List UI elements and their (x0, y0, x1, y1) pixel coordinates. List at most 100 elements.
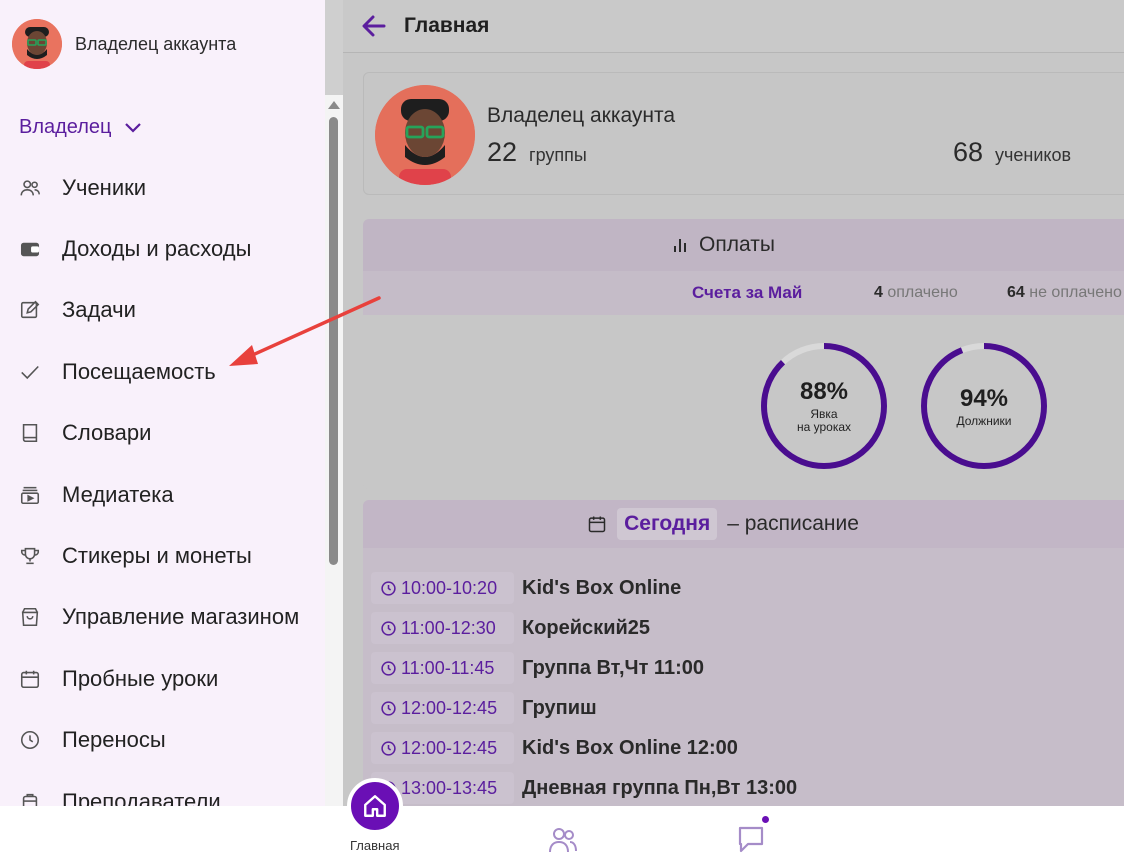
lesson-time: 12:00-12:45 (401, 697, 498, 718)
schedule-list: 10:00-10:20 Kid's Box Online 11:00-12:30… (371, 568, 797, 806)
edit-icon (18, 298, 42, 322)
avatar (375, 85, 475, 185)
check-icon (18, 360, 42, 384)
lesson-time: 12:00-12:45 (401, 737, 498, 758)
media-icon (18, 483, 42, 507)
unpaid-label: не оплачено (1029, 284, 1122, 301)
lesson-name: Дневная группа Пн,Вт 13:00 (522, 776, 798, 799)
profile-card: Владелец аккаунта 22 группы 68 учеников (363, 72, 1124, 195)
calendar-icon (588, 516, 606, 533)
list-item[interactable]: 11:00-11:45 Группа Вт,Чт 11:00 (371, 648, 797, 688)
list-item[interactable]: 12:00-12:45 Kid's Box Online 12:00 (371, 728, 797, 768)
notification-dot (762, 816, 769, 823)
debtors-percent: 94% (959, 384, 1009, 412)
sidebar-item-dictionaries[interactable]: Словари (0, 403, 325, 464)
paid-label: оплачено (887, 284, 958, 301)
lesson-time: 11:00-12:30 (401, 617, 496, 638)
home-nav-button[interactable] (347, 778, 403, 834)
sidebar-item-label: Преподаватели (62, 788, 221, 806)
sidebar-item-reschedules[interactable]: Переносы (0, 710, 325, 771)
sidebar-item-media-library[interactable]: Медиатека (0, 464, 325, 525)
sidebar-item-tasks[interactable]: Задачи (0, 280, 325, 341)
bar-chart-icon (674, 239, 687, 252)
ring-text: 88% Явка на уроках (760, 342, 888, 470)
home-nav-label: Главная (350, 838, 400, 853)
shopping-bag-icon (18, 605, 42, 629)
sidebar-item-attendance[interactable]: Посещаемость (0, 341, 325, 402)
chat-nav-icon[interactable] (736, 824, 766, 854)
profile-name: Владелец аккаунта (487, 104, 676, 127)
role-selector[interactable]: Владелец (19, 116, 142, 139)
sidebar-scrollbar[interactable] (325, 95, 343, 806)
lesson-time: 10:00-10:20 (401, 577, 498, 598)
clock-icon (381, 700, 396, 716)
trophy-icon (18, 544, 42, 568)
sidebar-item-label: Управление магазином (62, 604, 300, 630)
main-content: Главная Владелец аккаунта 22 группы 68 у… (343, 0, 1124, 806)
sidebar-item-label: Пробные уроки (62, 665, 219, 691)
payments-card: Оплаты Счета за Май 4 оплачено 64 не опл… (363, 219, 1124, 489)
sidebar-item-shop-management[interactable]: Управление магазином (0, 587, 325, 648)
today-button[interactable]: Сегодня (617, 508, 718, 540)
ring-text: 94% Должники (920, 342, 1048, 470)
sidebar-item-label: Медиатека (62, 481, 174, 507)
chevron-down-icon (124, 122, 141, 133)
role-label: Владелец (19, 116, 112, 138)
sidebar-item-label: Ученики (62, 174, 147, 200)
top-bar: Главная (343, 0, 1124, 53)
attendance-ring[interactable]: 88% Явка на уроках (760, 342, 888, 470)
sidebar-item-income-expenses[interactable]: Доходы и расходы (0, 218, 325, 279)
users-nav-icon[interactable] (548, 826, 578, 854)
clock-icon (18, 728, 42, 752)
time-chip: 11:00-12:30 (371, 612, 514, 644)
home-icon (364, 795, 386, 817)
sidebar-item-teachers[interactable]: Преподаватели (0, 771, 325, 806)
sidebar-item-students[interactable]: Ученики (0, 157, 325, 218)
unpaid-count: 64 (1007, 284, 1025, 301)
students-stat: 68 учеников (953, 137, 1071, 168)
lesson-time: 11:00-11:45 (401, 657, 495, 678)
back-arrow-icon[interactable] (361, 13, 387, 39)
clock-icon (381, 620, 396, 636)
list-item[interactable]: 12:00-12:45 Групиш (371, 688, 797, 728)
wallet-icon (18, 237, 42, 261)
lesson-name: Корейский25 (522, 616, 651, 639)
unpaid-stat: 64 не оплачено (1007, 284, 1122, 302)
invoices-link[interactable]: Счета за Май (692, 283, 802, 303)
time-chip: 10:00-10:20 (371, 572, 514, 604)
payments-summary: Счета за Май 4 оплачено 64 не оплачено (363, 271, 1124, 315)
scroll-up-arrow-icon[interactable] (328, 101, 340, 109)
sidebar-item-label: Стикеры и монеты (62, 543, 252, 569)
debtors-label: Должники (956, 413, 1012, 428)
time-chip: 12:00-12:45 (371, 692, 514, 724)
attendance-label-line2: на уроках (796, 420, 852, 434)
paid-count: 4 (874, 284, 883, 301)
users-icon (18, 176, 42, 200)
payments-header: Оплаты (363, 219, 1124, 271)
groups-label: группы (529, 145, 587, 165)
avatar (12, 19, 62, 69)
list-item[interactable]: 13:00-13:45 Дневная группа Пн,Вт 13:00 (371, 768, 797, 806)
sidebar-item-stickers-coins[interactable]: Стикеры и монеты (0, 525, 325, 586)
debtors-ring[interactable]: 94% Должники (920, 342, 1048, 470)
sidebar: Владелец аккаунта Владелец Ученики Доход… (0, 0, 325, 806)
bottom-nav: Главная (0, 778, 1124, 866)
list-item[interactable]: 10:00-10:20 Kid's Box Online (371, 568, 797, 608)
attendance-label: Явка на уроках (797, 408, 851, 434)
payments-title: Оплаты (699, 233, 775, 256)
sidebar-profile[interactable]: Владелец аккаунта (12, 19, 236, 69)
paid-stat: 4 оплачено (874, 284, 958, 302)
time-chip: 11:00-11:45 (371, 652, 514, 684)
groups-count: 22 (487, 137, 518, 167)
list-item[interactable]: 11:00-12:30 Корейский25 (371, 608, 797, 648)
sidebar-menu: Ученики Доходы и расходы Задачи Посещаем… (0, 157, 325, 806)
clock-icon (381, 660, 396, 676)
calendar-icon (18, 667, 42, 691)
lesson-name: Группа Вт,Чт 11:00 (522, 656, 704, 679)
scroll-thumb[interactable] (329, 117, 338, 565)
attendance-label-line1: Явка (810, 407, 838, 421)
schedule-header: Сегодня – расписание (363, 500, 1124, 548)
sidebar-item-trial-lessons[interactable]: Пробные уроки (0, 648, 325, 709)
schedule-card: Сегодня – расписание 10:00-10:20 Kid's B… (363, 500, 1124, 806)
lesson-name: Kid's Box Online (522, 576, 682, 599)
